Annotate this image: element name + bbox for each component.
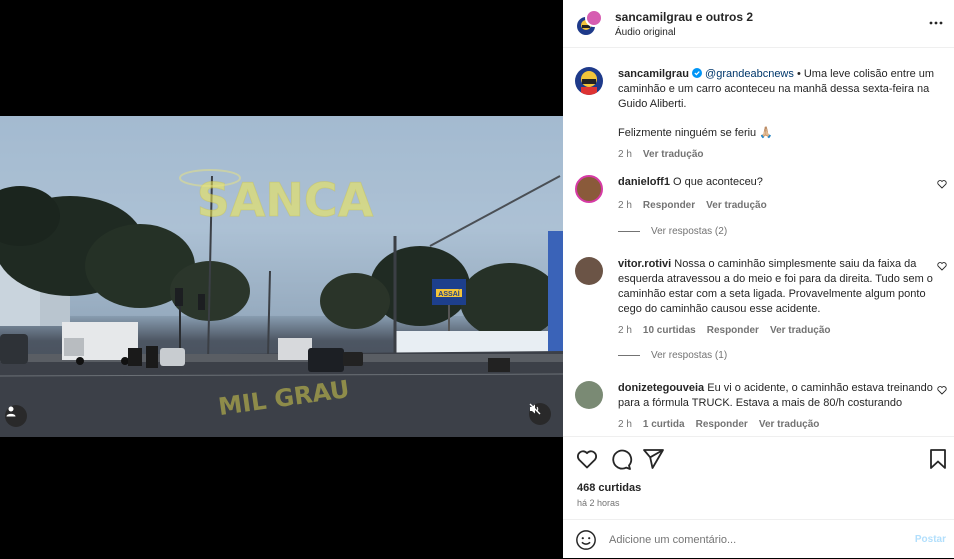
- save-icon[interactable]: [926, 447, 950, 471]
- comment-icon[interactable]: [609, 447, 633, 471]
- reply-button[interactable]: Responder: [707, 325, 759, 336]
- post-panel: sancamilgrau e outros 2 Áudio original s…: [563, 0, 954, 558]
- view-replies-button[interactable]: Ver respostas (1): [618, 350, 727, 361]
- avatar-helmet-icon: [581, 71, 597, 95]
- more-options-button[interactable]: [926, 13, 946, 33]
- comment-likes[interactable]: 1 curtida: [643, 419, 685, 430]
- avatar[interactable]: [575, 257, 603, 285]
- reply-button[interactable]: Responder: [696, 419, 748, 430]
- likes-count[interactable]: 468 curtidas: [577, 482, 641, 494]
- translate-link[interactable]: Ver tradução: [770, 325, 831, 336]
- comment-input[interactable]: [609, 533, 889, 546]
- comment-item: danieloff1 O que aconteceu? 2 h Responder…: [575, 175, 947, 213]
- post-time[interactable]: há 2 horas: [577, 498, 620, 508]
- translate-link[interactable]: Ver tradução: [759, 419, 820, 430]
- translate-link[interactable]: Ver tradução: [643, 149, 704, 160]
- comment-likes[interactable]: 10 curtidas: [643, 325, 696, 336]
- comment-username[interactable]: donizetegouveia: [618, 382, 704, 394]
- translate-link[interactable]: Ver tradução: [706, 200, 767, 211]
- like-heart-icon[interactable]: [575, 447, 599, 471]
- avatar[interactable]: [575, 175, 603, 203]
- heart-icon[interactable]: [937, 179, 947, 189]
- tag-user-button[interactable]: [5, 405, 27, 427]
- billboard-text: ASSAÍ: [438, 289, 460, 298]
- video-player[interactable]: ASSAÍ SANCA MIL GRAU: [0, 116, 563, 437]
- caption-time[interactable]: 2 h: [618, 149, 632, 160]
- avatar: [585, 8, 603, 27]
- more-icon: [929, 21, 943, 25]
- author-avatar-stack[interactable]: [575, 8, 605, 39]
- post-author-line[interactable]: sancamilgrau e outros 2: [615, 10, 753, 24]
- mute-icon: [529, 403, 541, 415]
- comment-username[interactable]: vitor.rotivi: [618, 258, 671, 270]
- reply-button[interactable]: Responder: [643, 200, 695, 211]
- comment-text: O que aconteceu?: [673, 176, 763, 188]
- mute-button[interactable]: [529, 403, 551, 425]
- add-comment-bar: Postar: [563, 519, 954, 559]
- post-header: sancamilgrau e outros 2 Áudio original: [563, 0, 954, 48]
- comment-time[interactable]: 2 h: [618, 325, 632, 336]
- caption-meta: 2 h Ver tradução: [618, 147, 947, 162]
- watermark-top: SANCA: [197, 173, 374, 227]
- caption-text-2: Felizmente ninguém se feriu 🙏🏼: [618, 127, 773, 139]
- post-actions: 468 curtidas há 2 horas Postar: [563, 436, 954, 558]
- comment-time[interactable]: 2 h: [618, 200, 632, 211]
- replies-divider: [618, 231, 640, 232]
- comment-time[interactable]: 2 h: [618, 419, 632, 430]
- comment-username[interactable]: danieloff1: [618, 176, 670, 188]
- replies-divider: [618, 355, 640, 356]
- post-comment-button[interactable]: Postar: [915, 534, 946, 545]
- view-replies-label[interactable]: Ver respostas (2): [651, 226, 727, 237]
- caption-username[interactable]: sancamilgrau: [618, 68, 689, 80]
- comments-list[interactable]: sancamilgrau @grandeabcnews • Uma leve c…: [563, 49, 954, 436]
- avatar[interactable]: [575, 381, 603, 409]
- post-media: ASSAÍ SANCA MIL GRAU: [0, 0, 563, 558]
- heart-icon[interactable]: [937, 385, 947, 395]
- comment-item: vitor.rotivi Nossa o caminhão simplesmen…: [575, 257, 947, 338]
- emoji-icon[interactable]: [575, 529, 597, 551]
- view-replies-button[interactable]: Ver respostas (2): [618, 226, 727, 237]
- heart-icon[interactable]: [937, 261, 947, 271]
- audio-label[interactable]: Áudio original: [615, 27, 753, 38]
- caption-mention[interactable]: @grandeabcnews: [705, 68, 794, 80]
- avatar[interactable]: [575, 67, 603, 95]
- share-icon[interactable]: [641, 447, 665, 471]
- video-frame: ASSAÍ SANCA MIL GRAU: [0, 116, 563, 437]
- tag-user-icon: [6, 406, 16, 417]
- caption: sancamilgrau @grandeabcnews • Uma leve c…: [575, 67, 947, 162]
- verified-icon: [691, 68, 702, 78]
- view-replies-label[interactable]: Ver respostas (1): [651, 350, 727, 361]
- comment-item: donizetegouveia Eu vi o acidente, o cami…: [575, 381, 947, 432]
